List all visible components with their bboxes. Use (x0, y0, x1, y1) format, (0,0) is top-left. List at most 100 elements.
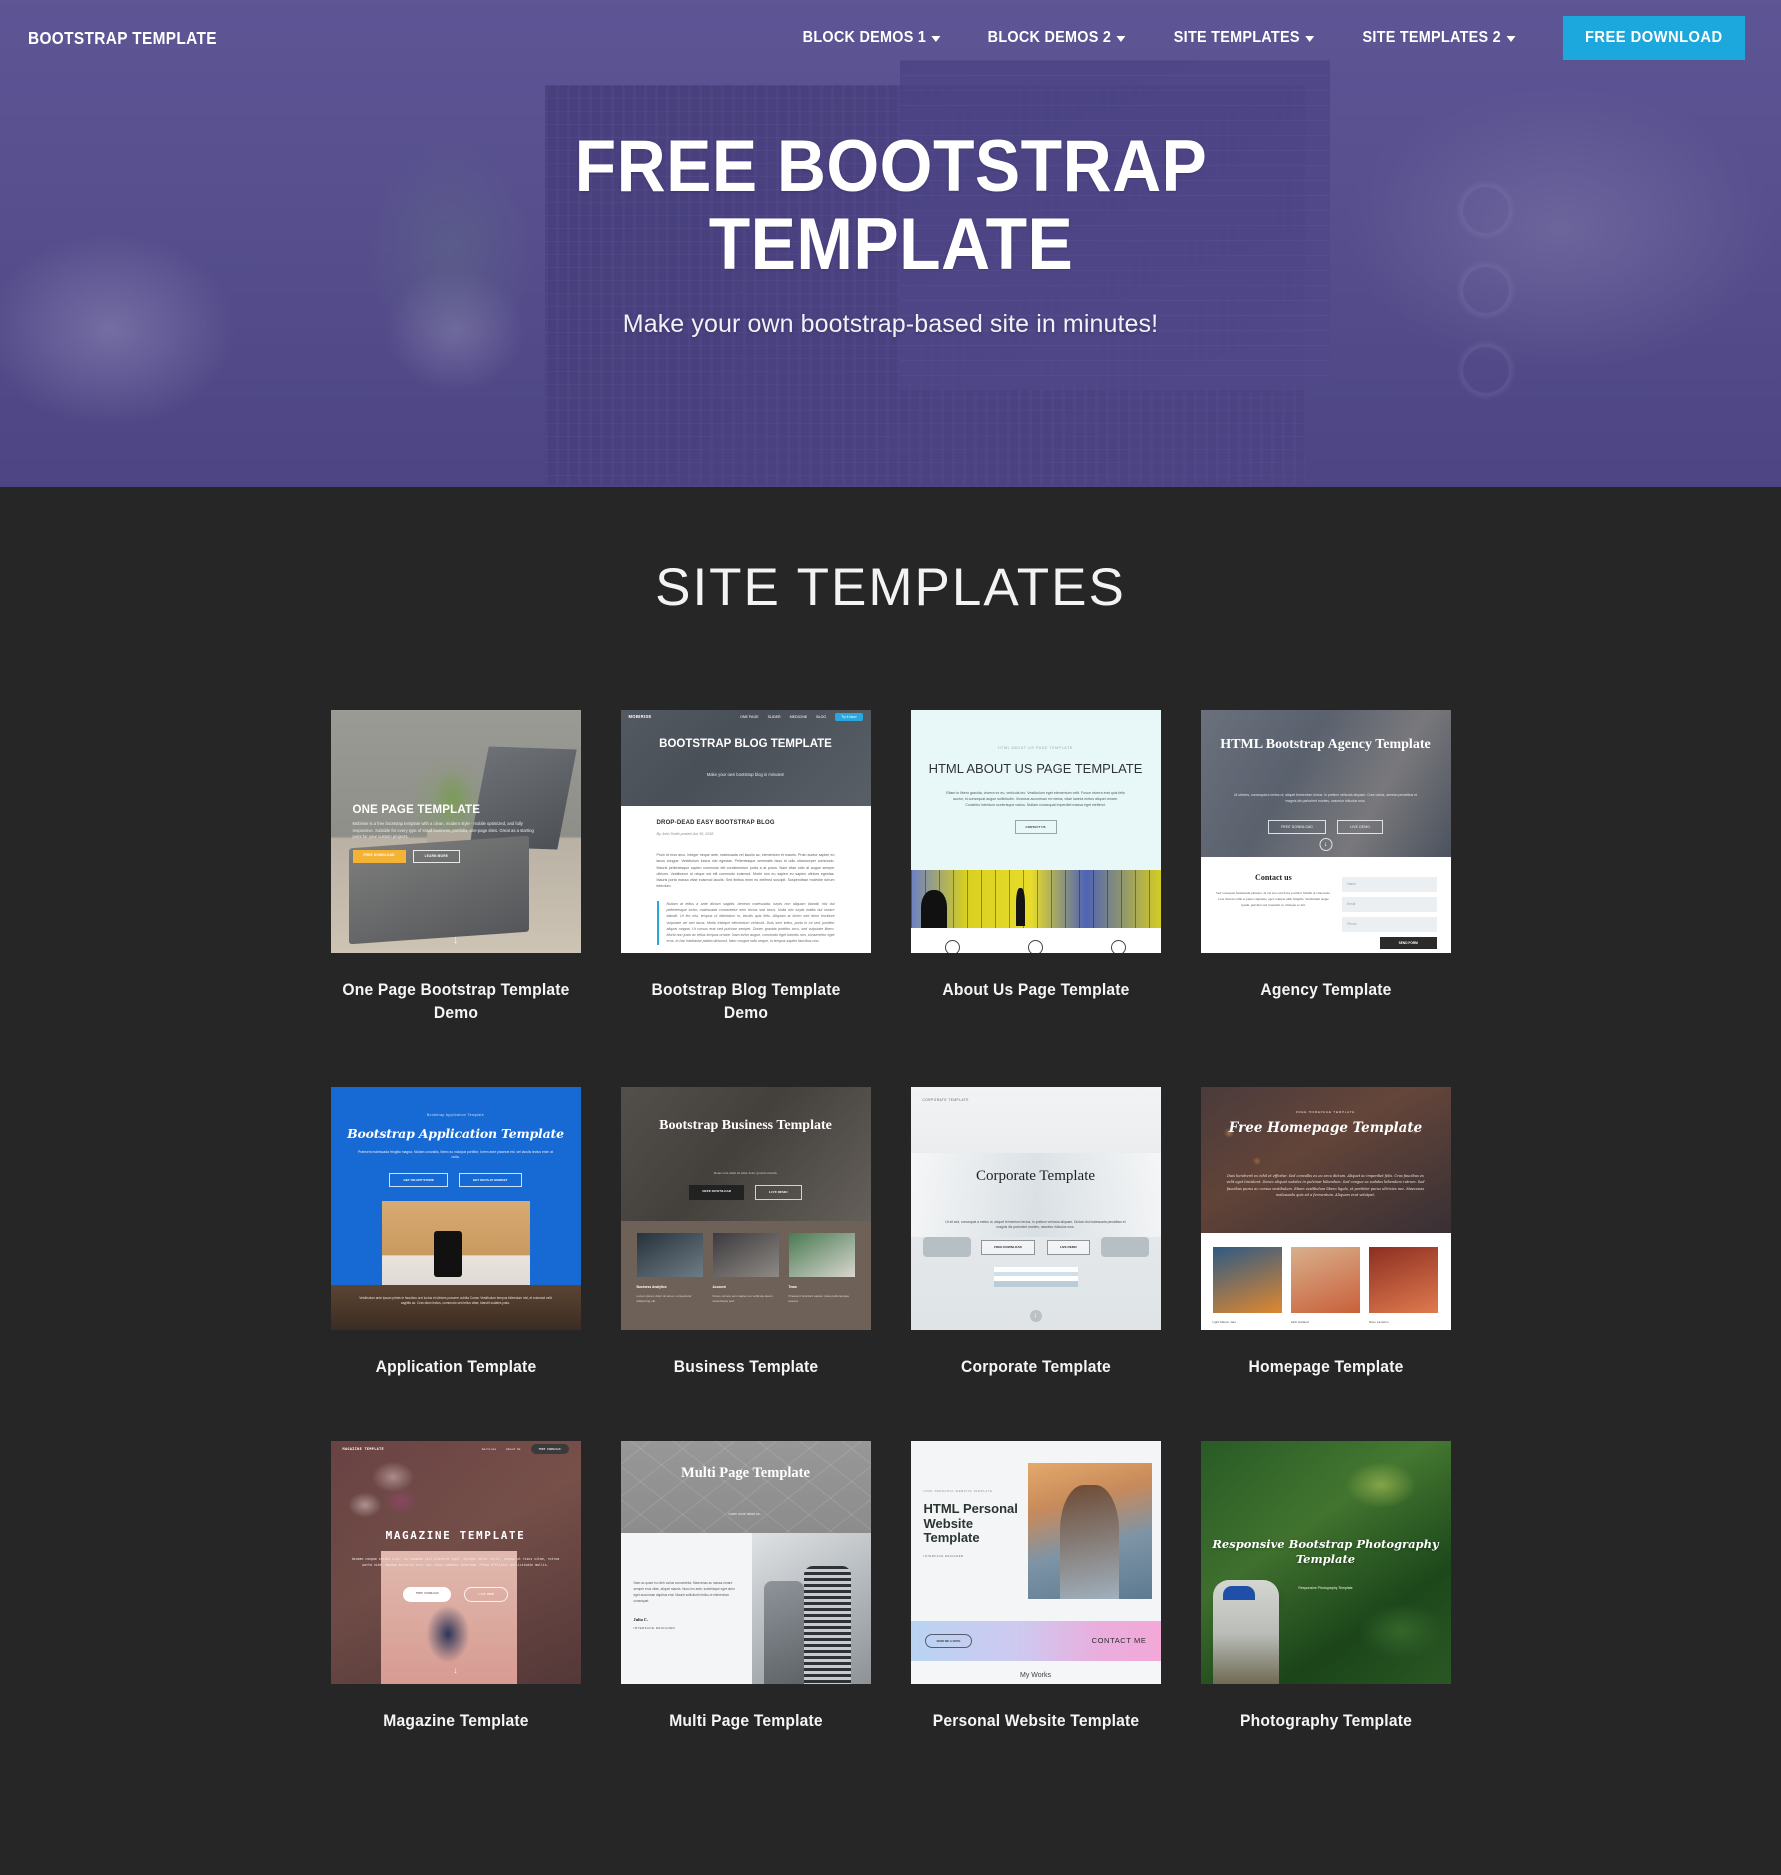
preview-desk-shape (922, 1236, 971, 1257)
preview-photo-band (910, 870, 1161, 928)
preview-person-name: Julia C. (633, 1616, 649, 1622)
template-thumbnail[interactable]: HTML ABOUT US PAGE TEMPLATE HTML ABOUT U… (910, 710, 1161, 953)
preview-logo: MOBIRISE (628, 714, 652, 719)
template-thumbnail[interactable]: MAGAZINE TEMPLATE Services About Us FREE… (330, 1440, 581, 1684)
chevron-down-icon (1505, 36, 1515, 42)
preview-cta-band: SEND ME A NOTE CONTACT ME (910, 1620, 1161, 1661)
section-title: SITE TEMPLATES (655, 558, 1126, 617)
scroll-down-arrow-icon: ↓ (1319, 838, 1332, 851)
preview-desk-shape (1100, 1236, 1149, 1257)
preview-phone-field: Phone (1342, 917, 1437, 932)
nav-item-site-templates[interactable]: SITE TEMPLATES (1159, 29, 1328, 47)
preview-heading: HTML ABOUT US PAGE TEMPLATE (928, 761, 1143, 776)
nav-item-site-templates-2[interactable]: SITE TEMPLATES 2 (1348, 29, 1530, 47)
template-caption[interactable]: Bootstrap Blog Template Demo (631, 979, 861, 1025)
template-thumbnail[interactable]: HTML PERSONAL WEBSITE TEMPLATE HTML Pers… (910, 1440, 1161, 1684)
template-caption[interactable]: Photography Template (1211, 1710, 1441, 1733)
preview-gallery-item: Rare Lanterns (1369, 1246, 1439, 1330)
brand-logo[interactable]: BOOTSTRAP TEMPLATE (28, 28, 217, 49)
preview-magazine-cover (380, 1550, 517, 1684)
preview-text-column: Nam ac quam eu nibh varius consectetur. … (620, 1532, 752, 1684)
template-card-corporate[interactable]: CORPORATE TEMPLATE Corporate Template Ut… (910, 1086, 1161, 1379)
nav-item-block-demos-2[interactable]: BLOCK DEMOS 2 (974, 29, 1141, 47)
template-thumbnail[interactable]: MOBIRISE ONE PAGE SLIDER MEDICINE BLOG T… (620, 710, 871, 953)
template-thumbnail[interactable]: Bootstrap Business Template Donec non di… (620, 1086, 871, 1330)
nav-item-label: BLOCK DEMOS 2 (988, 29, 1112, 46)
nav-item-label: SITE TEMPLATES (1173, 29, 1300, 46)
preview-text-block: ONE PAGE TEMPLATE Mobirise is a free boo… (352, 804, 543, 863)
clock-icon (1027, 940, 1043, 953)
template-caption[interactable]: Magazine Template (341, 1710, 571, 1733)
chevron-down-icon (931, 36, 941, 42)
free-download-button[interactable]: FREE DOWNLOAD (1563, 16, 1746, 60)
template-card-homepage[interactable]: FREE HOMEPAGE TEMPLATE Free Homepage Tem… (1200, 1086, 1451, 1379)
template-card-agency[interactable]: HTML Bootstrap Agency Template Ut ultric… (1200, 710, 1451, 1025)
preview-primary-button: FREE DOWNLOAD (402, 1586, 452, 1602)
template-caption[interactable]: Multi Page Template (631, 1710, 861, 1733)
preview-primary-button: FREE DOWNLOAD (689, 1184, 745, 1200)
nav-item-block-demos-1[interactable]: BLOCK DEMOS 1 (788, 29, 955, 47)
preview-send-note-button: SEND ME A NOTE (924, 1633, 973, 1648)
preview-heading: Bootstrap Business Template (659, 1117, 832, 1133)
preview-hero (620, 1086, 871, 1221)
template-caption[interactable]: Corporate Template (921, 1356, 1151, 1379)
preview-feature-text: Fusce ornare sem sapien eu vehicula quam… (712, 1293, 773, 1304)
preview-playmarket-button: GET ON PLAY MARKET (458, 1173, 522, 1188)
preview-email-field: Email (1342, 897, 1437, 912)
preview-article: DROP-DEAD EASY BOOTSTRAP BLOG By John Sm… (620, 806, 871, 953)
preview-person-shape (763, 1581, 804, 1684)
preview-nav-link: MEDICINE (789, 714, 808, 719)
scroll-down-arrow-icon: ↓ (453, 1664, 458, 1675)
preview-heading: HTML Personal Website Template (923, 1500, 1018, 1546)
preview-heading: Bootstrap Application Template (347, 1125, 564, 1141)
template-card-one-page[interactable]: ONE PAGE TEMPLATE Mobirise is a free boo… (330, 710, 581, 1025)
template-card-magazine[interactable]: MAGAZINE TEMPLATE Services About Us FREE… (330, 1440, 581, 1733)
template-thumbnail[interactable]: FREE HOMEPAGE TEMPLATE Free Homepage Tem… (1200, 1086, 1451, 1330)
preview-personal-website-template: HTML PERSONAL WEBSITE TEMPLATE HTML Pers… (910, 1440, 1161, 1684)
preview-contact-button: CONTACT US (1014, 820, 1057, 835)
preview-secondary-button: LEARN MORE (412, 849, 461, 863)
template-caption[interactable]: About Us Page Template (921, 979, 1151, 1002)
template-card-application[interactable]: Bootstrap Application Template Bootstrap… (330, 1086, 581, 1379)
template-thumbnail[interactable]: CORPORATE TEMPLATE Corporate Template Ut… (910, 1086, 1161, 1330)
preview-contact-heading: Contact us (1255, 873, 1292, 882)
preview-kicker: Bootstrap Application Template (426, 1112, 485, 1117)
nav-menu: BLOCK DEMOS 1 BLOCK DEMOS 2 SITE TEMPLAT… (779, 16, 1753, 60)
preview-feature: Business Analytics Lorem ipsum dolor sit… (636, 1232, 703, 1330)
preview-heading: HTML Bootstrap Agency Template (1220, 737, 1431, 752)
preview-paragraph: Ut sit sed, consequat a metus ut, alique… (945, 1219, 1126, 1230)
template-caption[interactable]: Business Template (631, 1356, 861, 1379)
preview-article-quote: Nullam at tellus a ante dictum sagittis.… (656, 900, 835, 945)
template-caption[interactable]: Agency Template (1211, 979, 1441, 1002)
preview-photo-column (751, 1532, 871, 1684)
nav-item-label: SITE TEMPLATES 2 (1362, 29, 1501, 46)
template-thumbnail[interactable]: ONE PAGE TEMPLATE Mobirise is a free boo… (330, 710, 581, 953)
preview-gallery-label: Light Mason Jars (1212, 1319, 1237, 1324)
template-card-multi-page[interactable]: Multi Page Template Learn more about us.… (620, 1440, 871, 1733)
template-thumbnail[interactable]: Bootstrap Application Template Bootstrap… (330, 1086, 581, 1330)
template-thumbnail[interactable]: HTML Bootstrap Agency Template Ut ultric… (1200, 710, 1451, 953)
preview-kicker: HTML PERSONAL WEBSITE TEMPLATE (923, 1488, 993, 1493)
template-card-blog[interactable]: MOBIRISE ONE PAGE SLIDER MEDICINE BLOG T… (620, 710, 871, 1025)
template-caption[interactable]: Application Template (341, 1356, 571, 1379)
preview-one-page-template: ONE PAGE TEMPLATE Mobirise is a free boo… (330, 710, 581, 953)
preview-paragraph: Duis hendrerit ex nihil et efficitur. Se… (1226, 1173, 1425, 1198)
preview-article-title: DROP-DEAD EASY BOOTSTRAP BLOG (656, 820, 775, 826)
template-card-personal-website[interactable]: HTML PERSONAL WEBSITE TEMPLATE HTML Pers… (910, 1440, 1161, 1733)
preview-hero (620, 1440, 871, 1533)
template-caption[interactable]: Personal Website Template (921, 1710, 1151, 1733)
preview-nav-links: ONE PAGE SLIDER MEDICINE BLOG Try It Now… (740, 712, 863, 721)
preview-hero (1200, 710, 1451, 857)
preview-buttons: FREE DOWNLOAD LIVE DEMO (331, 1586, 581, 1602)
template-thumbnail[interactable]: Responsive Bootstrap Photography Templat… (1200, 1440, 1451, 1684)
template-caption[interactable]: Homepage Template (1211, 1356, 1441, 1379)
template-thumbnail[interactable]: Multi Page Template Learn more about us.… (620, 1440, 871, 1684)
template-card-business[interactable]: Bootstrap Business Template Donec non di… (620, 1086, 871, 1379)
preview-contact-text: Contact us Sed consequat fermentum phare… (1215, 873, 1333, 953)
template-caption[interactable]: One Page Bootstrap Template Demo (341, 979, 571, 1025)
preview-heading: Multi Page Template (681, 1464, 810, 1481)
template-card-about-us[interactable]: HTML ABOUT US PAGE TEMPLATE HTML ABOUT U… (910, 710, 1161, 1025)
site-templates-section: SITE TEMPLATES ONE PAGE TEMPLATE Mobiris… (0, 487, 1781, 1875)
preview-navbar: MAGAZINE TEMPLATE Services About Us FREE… (331, 1441, 581, 1457)
template-card-photography[interactable]: Responsive Bootstrap Photography Templat… (1200, 1440, 1451, 1733)
